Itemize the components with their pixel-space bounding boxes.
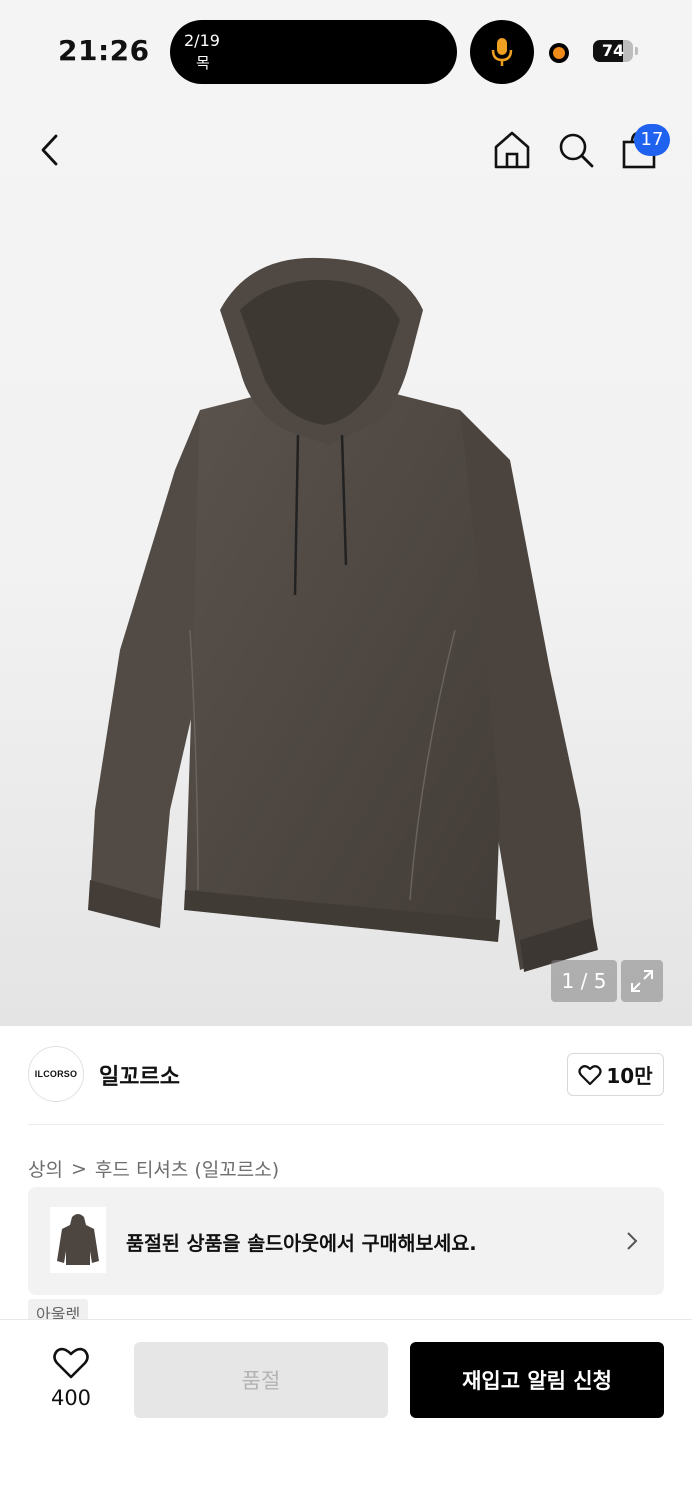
battery-icon: 74 — [593, 40, 633, 62]
banner-text: 품절된 상품을 솔드아웃에서 구매해보세요. — [126, 1232, 477, 1255]
status-time: 21:26 — [58, 34, 150, 67]
battery-level: 74 — [601, 41, 625, 60]
battery-cap — [635, 47, 638, 55]
wishlist-button[interactable] — [52, 1346, 90, 1384]
soldout-banner[interactable]: 품절된 상품을 솔드아웃에서 구매해보세요. — [28, 1187, 664, 1295]
soldout-button[interactable]: 품절 — [134, 1342, 388, 1418]
island-date: 2/19 — [184, 31, 220, 50]
divider — [28, 1124, 664, 1125]
heart-outline-icon — [53, 1347, 89, 1379]
search-button[interactable] — [554, 128, 598, 172]
brand-name[interactable]: 일꼬르소 — [99, 1059, 180, 1091]
brand-like-button[interactable]: 10만 — [567, 1053, 664, 1096]
search-icon — [559, 133, 594, 168]
hoodie-product-image — [88, 257, 598, 972]
status-bar: 21:26 2/19 목 74 — [0, 0, 692, 100]
microphone-icon — [491, 38, 513, 66]
banner-thumbnail — [50, 1207, 106, 1273]
wishlist-count: 400 — [50, 1386, 92, 1410]
heart-outline-icon — [578, 1064, 602, 1085]
dynamic-island[interactable]: 2/19 목 — [170, 20, 457, 84]
brand-logo[interactable]: ILCORSO — [28, 1046, 84, 1102]
restock-notify-button[interactable]: 재입고 알림 신청 — [410, 1342, 664, 1418]
breadcrumb-category[interactable]: 상의 — [28, 1155, 63, 1182]
expand-image-button[interactable] — [621, 960, 663, 1002]
expand-icon — [631, 970, 653, 992]
breadcrumb: 상의 > 후드 티셔츠 (일꼬르소) — [28, 1155, 279, 1182]
breadcrumb-separator: > — [70, 1157, 87, 1180]
home-icon — [494, 131, 530, 169]
image-counter: 1 / 5 — [551, 960, 617, 1002]
chevron-left-icon — [41, 134, 58, 166]
recording-dot-icon — [549, 43, 569, 63]
home-button[interactable] — [490, 128, 534, 172]
island-day: 목 — [196, 54, 210, 72]
hoodie-thumbnail-image — [57, 1214, 99, 1265]
chevron-right-icon — [627, 1232, 638, 1250]
cart-count-badge: 17 — [634, 124, 670, 156]
back-button[interactable] — [30, 130, 70, 170]
brand-like-count: 10만 — [606, 1064, 653, 1088]
microphone-indicator[interactable] — [470, 20, 534, 84]
breadcrumb-subcategory[interactable]: 후드 티셔츠 (일꼬르소) — [95, 1155, 279, 1182]
